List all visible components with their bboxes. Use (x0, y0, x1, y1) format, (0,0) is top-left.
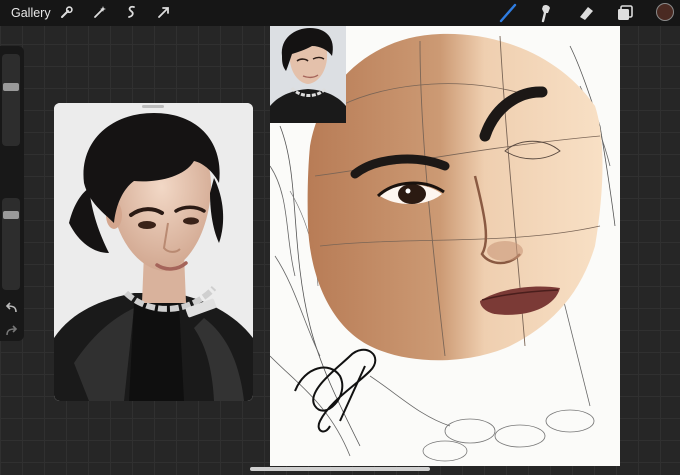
redo-icon[interactable] (5, 324, 18, 342)
smudge-icon[interactable] (536, 3, 556, 23)
transform-arrow-icon[interactable] (155, 4, 172, 21)
eraser-icon[interactable] (576, 3, 596, 23)
brush-icon[interactable] (498, 3, 518, 23)
left-sidebar (0, 46, 24, 341)
magic-wand-icon[interactable] (91, 4, 108, 21)
reference-window-handle[interactable] (142, 105, 164, 108)
canvas-reference-thumbnail[interactable] (270, 26, 346, 123)
undo-icon[interactable] (5, 301, 18, 319)
brush-size-slider[interactable] (2, 54, 20, 146)
brush-size-handle[interactable] (3, 83, 19, 91)
wrench-icon[interactable] (58, 4, 75, 21)
layers-icon[interactable] (615, 3, 635, 23)
reference-portrait-image (54, 103, 253, 401)
color-swatch[interactable] (656, 3, 674, 21)
thumbnail-portrait-image (270, 26, 346, 123)
opacity-handle[interactable] (3, 211, 19, 219)
top-toolbar: Gallery (0, 0, 680, 26)
home-indicator (250, 467, 430, 471)
opacity-slider[interactable] (2, 198, 20, 290)
selection-icon[interactable] (123, 4, 140, 21)
gallery-button[interactable]: Gallery (11, 6, 51, 20)
reference-photo-window[interactable] (54, 103, 253, 401)
